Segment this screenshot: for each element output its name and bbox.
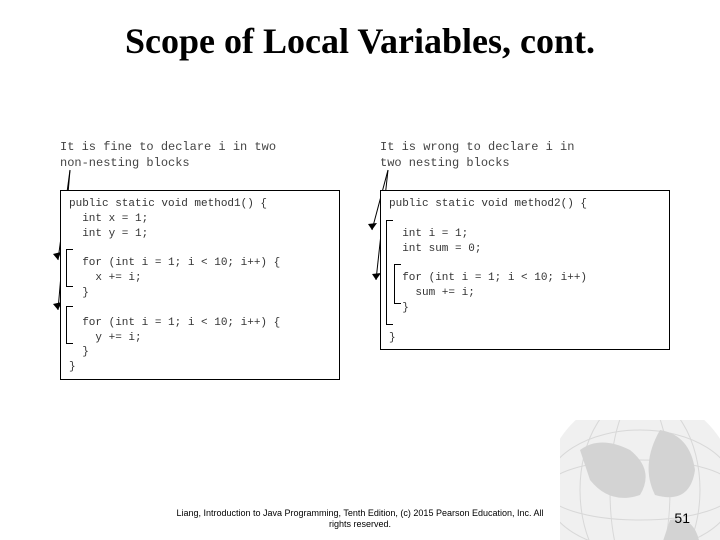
page-title: Scope of Local Variables, cont. bbox=[0, 0, 720, 62]
codebox-left: public static void method1() { int x = 1… bbox=[60, 190, 340, 380]
bracket-right-outer bbox=[386, 220, 387, 325]
caption-left: It is fine to declare i in two non-nesti… bbox=[60, 140, 276, 171]
footer-text: Liang, Introduction to Java Programming,… bbox=[0, 508, 720, 530]
caption-right: It is wrong to declare i in two nesting … bbox=[380, 140, 574, 171]
bracket-right-inner bbox=[394, 264, 395, 304]
page-number: 51 bbox=[674, 510, 690, 526]
bracket-left-loop1 bbox=[66, 249, 67, 287]
codebox-right: public static void method2() { int i = 1… bbox=[380, 190, 670, 350]
bracket-left-loop2 bbox=[66, 306, 67, 344]
slide: Scope of Local Variables, cont. It is fi… bbox=[0, 0, 720, 540]
